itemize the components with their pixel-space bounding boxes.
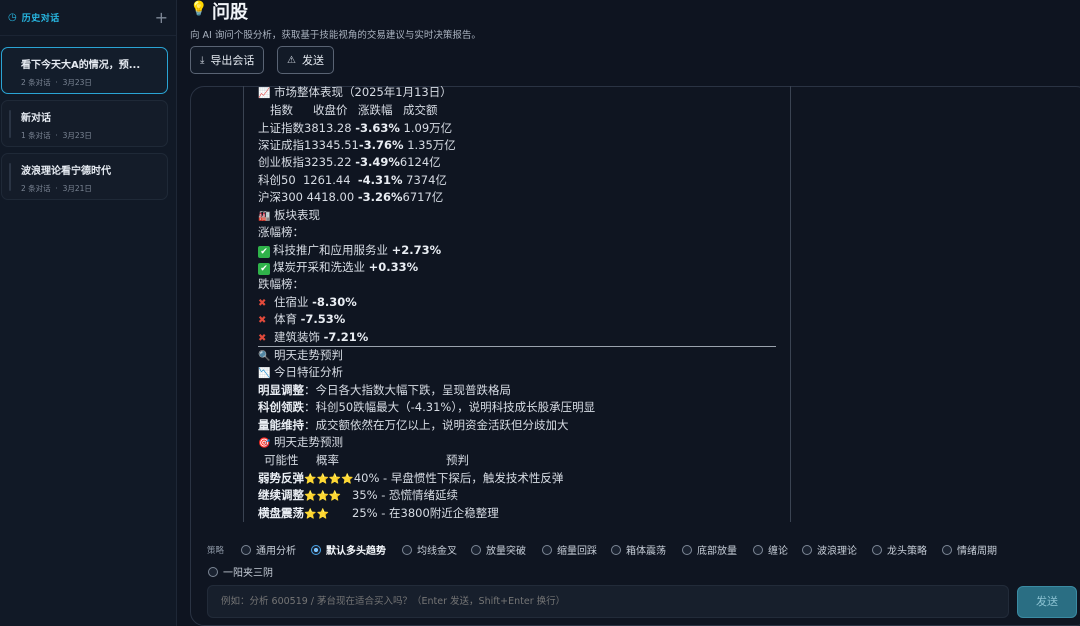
assistant-message: 📈 市场整体表现（2025年1月13日） 指数 收盘价 涨跌幅 成交额 上证指数3813… — [243, 86, 791, 522]
list-item: ✔ 科技推广和应用服务业 +2.73% — [258, 242, 441, 258]
download-icon: ⤓ — [200, 54, 205, 66]
lightbulb-icon: 💡 — [190, 1, 208, 17]
chart-icon: 📈 — [258, 88, 271, 99]
list-item: ✔ 煤炭开采和洗选业 +0.33% — [258, 259, 418, 275]
strategy-option[interactable]: 龙头策略 — [872, 542, 927, 557]
feature-item: 科创领跌：科创50跌幅最大（-4.31%），说明科技成长股承压明显 — [258, 400, 596, 414]
table-row: 继续调整⭐⭐⭐ 35% - 恐慌情绪延续 — [258, 488, 459, 502]
table-row: 上证指数3813.28 -3.63% 1.09万亿 — [258, 121, 453, 135]
table-row: 沪深300 4418.00 -3.26%6717亿 — [258, 190, 444, 204]
index-table-header: 指数 收盘价 涨跌幅 成交额 — [270, 103, 438, 117]
send-button[interactable]: 发送 — [1017, 586, 1077, 618]
list-item: ✖ 住宿业 -8.30% — [258, 294, 357, 310]
prediction-heading: 🎯 明天走势预测 — [258, 434, 343, 450]
conversation-item[interactable]: 新对话 1 条对话 · 3月23日 — [1, 100, 168, 147]
feature-item: 明显调整：今日各大指数大幅下跌，呈现普跌格局 — [258, 383, 511, 397]
warning-icon: ⚠ — [287, 54, 296, 66]
table-row: 横盘震荡⭐⭐ 25% - 在3800附近企稳整理 — [258, 506, 499, 520]
cross-icon: ✖ — [258, 315, 267, 326]
feature-item: 量能维持：成交额依然在万亿以上，说明资金活跃但分歧加大 — [258, 418, 569, 432]
conversation-meta: 2 条对话 · 3月21日 — [21, 184, 92, 193]
analysis-heading: 📉 今日特征分析 — [258, 364, 343, 380]
chat-input[interactable] — [207, 585, 1009, 618]
strategy-option[interactable]: 情绪周期 — [942, 542, 997, 557]
forecast-heading: 🔍 明天走势预判 — [258, 347, 343, 363]
check-icon: ✔ — [258, 263, 270, 275]
new-conversation-button[interactable]: + — [155, 9, 168, 26]
conversation-title: 新对话 — [21, 113, 51, 124]
strategy-option[interactable]: 放量突破 — [471, 542, 526, 557]
conversation-item[interactable]: 波浪理论看宁德时代 2 条对话 · 3月21日 — [1, 153, 168, 200]
conversation-title: 波浪理论看宁德时代 — [21, 166, 111, 177]
page-title: 问股 — [212, 2, 248, 23]
market-heading: 📈 市场整体表现（2025年1月13日） — [258, 86, 452, 100]
header-send-button[interactable]: ⚠ 发送 — [277, 46, 334, 74]
conversation-item[interactable]: 看下今天大A的情况，预... 2 条对话 · 3月23日 — [1, 47, 168, 94]
clock-icon: ◷ — [8, 12, 17, 23]
cross-icon: ✖ — [258, 333, 267, 344]
page-subtitle: 向 AI 询问个股分析，获取基于技能视角的交易建议与实时决策报告。 — [190, 30, 481, 41]
strategy-option[interactable]: 底部放量 — [682, 542, 737, 557]
sidebar-header: ◷ 历史对话 + — [0, 0, 176, 36]
list-item: ✖ 体育 -7.53% — [258, 311, 345, 327]
conversation-list: 看下今天大A的情况，预... 2 条对话 · 3月23日 新对话 1 条对话 ·… — [0, 36, 176, 200]
table-row: 深证成指13345.51-3.76% 1.35万亿 — [258, 138, 456, 152]
export-button[interactable]: ⤓ 导出会话 — [190, 46, 265, 74]
main-area: 💡 问股 向 AI 询问个股分析，获取基于技能视角的交易建议与实时决策报告。 ⤓… — [177, 0, 1080, 626]
strategy-option[interactable]: 箱体震荡 — [611, 542, 666, 557]
gainers-label: 涨幅榜： — [258, 225, 304, 239]
strategy-option[interactable]: 均线金叉 — [402, 542, 457, 557]
strategy-option-selected[interactable]: 默认多头趋势 — [311, 542, 386, 557]
check-icon: ✔ — [258, 246, 270, 258]
building-icon: 🏭 — [258, 211, 271, 222]
list-item: ✖ 建筑装饰 -7.21% — [258, 329, 368, 345]
target-icon: 🎯 — [258, 438, 271, 449]
sidebar: ◷ 历史对话 + 看下今天大A的情况，预... 2 条对话 · 3月23日 新对… — [0, 0, 177, 626]
strategy-option[interactable]: 缠论 — [753, 542, 788, 557]
cross-icon: ✖ — [258, 298, 267, 309]
magnifier-icon: 🔍 — [258, 351, 271, 362]
losers-label: 跌幅榜： — [258, 277, 304, 291]
conversation-meta: 2 条对话 · 3月23日 — [21, 78, 92, 87]
table-row: 弱势反弹⭐⭐⭐⭐40% - 早盘惯性下探后，触发技术性反弹 — [258, 471, 564, 485]
strategy-option[interactable]: 缩量回踩 — [542, 542, 597, 557]
chat-panel: 📈 市场整体表现（2025年1月13日） 指数 收盘价 涨跌幅 成交额 上证指数3813… — [190, 86, 1080, 626]
sector-heading: 🏭 板块表现 — [258, 207, 320, 223]
sidebar-title: 历史对话 — [21, 14, 60, 24]
strategy-option[interactable]: 一阳夹三阴 — [208, 564, 273, 579]
strategy-option[interactable]: 通用分析 — [241, 542, 296, 557]
table-row: 创业板指3235.22 -3.49%6124亿 — [258, 155, 441, 169]
prediction-table-header: 可能性 概率 预判 — [264, 453, 469, 467]
conversation-meta: 1 条对话 · 3月23日 — [21, 131, 92, 140]
chart-down-icon: 📉 — [258, 368, 271, 379]
conversation-title: 看下今天大A的情况，预... — [21, 60, 141, 71]
strategy-option[interactable]: 波浪理论 — [802, 542, 857, 557]
table-row: 科创50 1261.44 -4.31% 7374亿 — [258, 173, 447, 187]
strategy-label: 策略 — [207, 546, 225, 556]
